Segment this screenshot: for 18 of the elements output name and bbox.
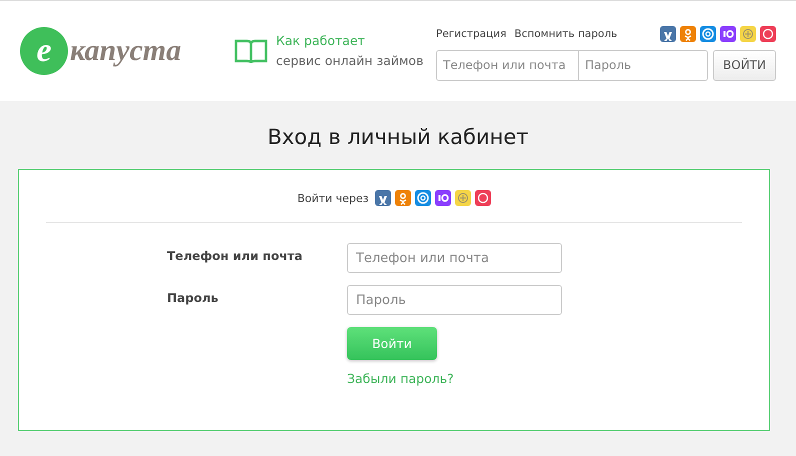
submit-button[interactable]: Войти bbox=[347, 327, 437, 360]
field-label: Пароль bbox=[167, 290, 220, 305]
forgot-password-link[interactable]: Забыли пароль? bbox=[347, 371, 562, 386]
how-it-works-subtitle: сервис онлайн займов bbox=[276, 52, 424, 70]
book-icon[interactable] bbox=[234, 37, 268, 65]
password-field[interactable]: Пароль bbox=[579, 50, 708, 80]
phone-field[interactable]: Телефон или почта bbox=[436, 50, 579, 80]
input-field[interactable]: Пароль bbox=[347, 285, 562, 315]
logo-text[interactable]: капуста bbox=[70, 34, 182, 68]
input-field[interactable]: Телефон или почта bbox=[347, 243, 562, 273]
header-link[interactable]: Вспомнить пароль bbox=[514, 28, 618, 40]
field-label: Телефон или почта bbox=[167, 248, 304, 263]
how-it-works-link[interactable]: Как работает bbox=[276, 31, 424, 51]
login-via-label: Войти через bbox=[297, 192, 369, 204]
header-link[interactable]: Регистрация bbox=[436, 28, 506, 40]
page-title: Вход в личный кабинет bbox=[266, 125, 530, 149]
login-button[interactable]: ВОЙТИ bbox=[713, 50, 776, 80]
logo-mark[interactable]: e bbox=[20, 27, 68, 75]
